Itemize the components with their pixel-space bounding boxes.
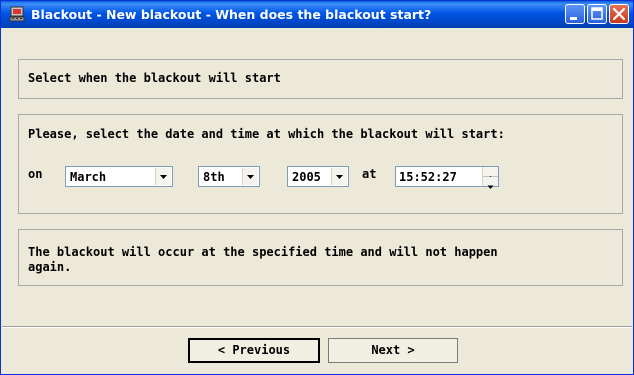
- window-title: Blackout - New blackout - When does the …: [31, 7, 432, 22]
- month-select[interactable]: March: [65, 166, 173, 187]
- app-icon: [9, 6, 25, 22]
- on-label: on: [28, 167, 43, 181]
- chevron-down-icon[interactable]: [331, 168, 347, 185]
- day-value: 8th: [203, 170, 225, 184]
- date-time-panel: Please, select the date and time at whic…: [18, 114, 623, 214]
- footer-separator: [2, 326, 632, 328]
- maximize-button[interactable]: [587, 4, 607, 24]
- header-text: Select when the blackout will start: [28, 71, 281, 85]
- minimize-button[interactable]: [565, 4, 585, 24]
- info-line-1: The blackout will occur at the specified…: [28, 245, 498, 259]
- chevron-down-icon[interactable]: [242, 168, 258, 185]
- month-value: March: [70, 170, 107, 184]
- chevron-down-icon[interactable]: [155, 168, 171, 185]
- time-value: 15:52:27: [399, 170, 457, 184]
- time-spinner[interactable]: 15:52:27: [395, 166, 499, 189]
- date-prompt: Please, select the date and time at whic…: [28, 127, 505, 141]
- wizard-window: Blackout - New blackout - When does the …: [0, 0, 634, 375]
- close-icon: [612, 7, 626, 21]
- next-button[interactable]: Next >: [328, 338, 458, 363]
- at-label: at: [362, 167, 377, 181]
- maximize-icon: [591, 7, 603, 20]
- header-panel: Select when the blackout will start: [18, 59, 623, 99]
- spinner-buttons: [482, 167, 498, 189]
- close-button[interactable]: [609, 4, 629, 24]
- title-bar[interactable]: Blackout - New blackout - When does the …: [1, 1, 633, 28]
- spin-down-icon[interactable]: [483, 177, 498, 189]
- info-panel: The blackout will occur at the specified…: [18, 229, 623, 286]
- info-line-2: again.: [28, 260, 72, 274]
- day-select[interactable]: 8th: [198, 166, 260, 187]
- year-select[interactable]: 2005: [287, 166, 349, 187]
- minimize-icon: [570, 17, 577, 20]
- year-value: 2005: [292, 170, 321, 184]
- previous-button[interactable]: < Previous: [188, 338, 320, 363]
- spin-up-icon[interactable]: [483, 167, 498, 180]
